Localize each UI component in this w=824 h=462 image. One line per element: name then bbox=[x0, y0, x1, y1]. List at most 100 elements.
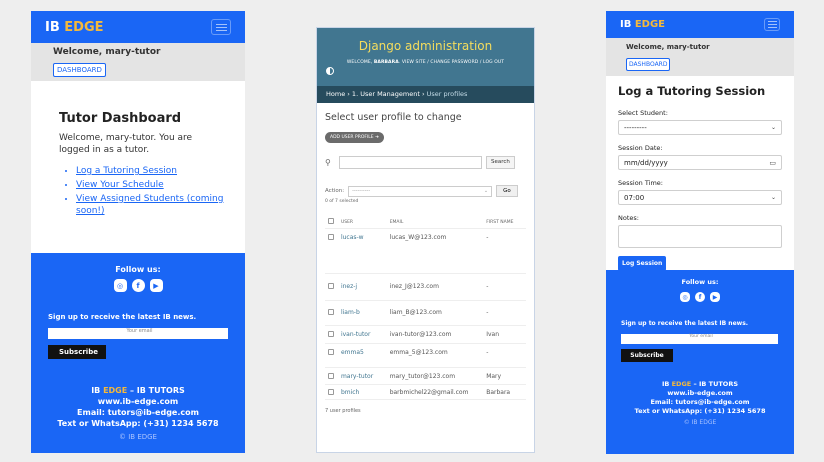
column-email[interactable]: EMAIL bbox=[390, 220, 487, 225]
calendar-icon[interactable]: ▭ bbox=[769, 159, 776, 167]
youtube-icon[interactable]: ▶ bbox=[710, 292, 720, 302]
welcome-bar: Welcome, mary-tutor DASHBOARD bbox=[31, 43, 245, 81]
column-first-name[interactable]: FIRST NAME bbox=[486, 220, 526, 225]
view-schedule-link[interactable]: View Your Schedule bbox=[76, 180, 164, 190]
user-tools-links[interactable]: . VIEW SITE / CHANGE PASSWORD / LOG OUT bbox=[399, 60, 504, 65]
page-title: Select user profile to change bbox=[325, 112, 462, 123]
user-link[interactable]: ivan-tutor bbox=[341, 331, 390, 343]
contact-email[interactable]: Email: tutors@ib-edge.com bbox=[31, 407, 245, 418]
date-label: Session Date: bbox=[618, 144, 663, 152]
list-item: View Assigned Students (coming soon!) bbox=[76, 193, 225, 217]
row-checkbox[interactable] bbox=[328, 389, 334, 395]
user-tools: WELCOME, BARBARA. VIEW SITE / CHANGE PAS… bbox=[346, 60, 505, 65]
user-link[interactable]: lucas-w bbox=[341, 234, 390, 273]
welcome-text: Welcome, mary-tutor bbox=[626, 43, 710, 51]
facebook-icon[interactable]: f bbox=[695, 292, 705, 302]
contact-email[interactable]: Email: tutors@ib-edge.com bbox=[606, 398, 794, 407]
user-link[interactable]: emma5 bbox=[341, 349, 390, 367]
table-row: mary-tutor mary_tutor@123.com Mary bbox=[325, 368, 526, 385]
row-checkbox[interactable] bbox=[328, 331, 334, 337]
table-row: lucas-w lucas_W@123.com - bbox=[325, 229, 526, 274]
hamburger-menu-icon[interactable] bbox=[211, 19, 231, 35]
admin-header: Django administration WELCOME, BARBARA. … bbox=[317, 28, 534, 86]
row-checkbox[interactable] bbox=[328, 283, 334, 289]
row-checkbox[interactable] bbox=[328, 349, 334, 355]
log-session-button[interactable]: Log Session bbox=[618, 256, 667, 271]
user-link[interactable]: liam-b bbox=[341, 309, 390, 325]
breadcrumb: Home › 1. User Management › User profile… bbox=[317, 86, 534, 103]
table-row: liam-b liam_B@123.com - bbox=[325, 301, 526, 326]
intro-text: Welcome, mary-tutor. You are logged in a… bbox=[59, 133, 193, 155]
go-button[interactable]: Go bbox=[496, 185, 518, 197]
subscribe-button[interactable]: Subscribe bbox=[621, 349, 673, 362]
changelist-content: Select user profile to change ADD USER P… bbox=[317, 103, 534, 414]
site-footer: Follow us: ◎ f ▶ Sign up to receive the … bbox=[31, 253, 245, 453]
session-form: Log a Tutoring Session Select Student: -… bbox=[606, 76, 794, 271]
actions-bar: Action: ---------- ⌄ Go bbox=[325, 185, 526, 197]
search-bar: ⚲ Search bbox=[325, 156, 526, 169]
selected-count: 0 of 7 selected bbox=[325, 199, 359, 204]
chevron-down-icon: ⌄ bbox=[770, 194, 776, 201]
hamburger-menu-icon[interactable] bbox=[764, 18, 780, 31]
table-row: bmich barbmichel22@gmail.com Barbara bbox=[325, 385, 526, 400]
log-session-link[interactable]: Log a Tutoring Session bbox=[76, 166, 177, 176]
instagram-icon[interactable]: ◎ bbox=[680, 292, 690, 302]
result-count: 7 user profiles bbox=[325, 408, 361, 414]
contact-website[interactable]: www.ib-edge.com bbox=[606, 389, 794, 398]
results-table: USER EMAIL FIRST NAME lucas-w lucas_W@12… bbox=[325, 216, 526, 400]
site-title[interactable]: Django administration bbox=[317, 39, 534, 53]
user-link[interactable]: bmich bbox=[341, 389, 390, 399]
action-label: Action: bbox=[325, 188, 345, 194]
theme-toggle-icon[interactable] bbox=[326, 67, 334, 75]
dashboard-content: Tutor Dashboard Welcome, mary-tutor. You… bbox=[31, 81, 245, 253]
welcome-text: Welcome, mary-tutor bbox=[53, 47, 161, 57]
view-students-link[interactable]: View Assigned Students (coming soon!) bbox=[76, 194, 223, 216]
session-time-select[interactable]: 07:00 ⌄ bbox=[618, 190, 782, 205]
newsletter-label: Sign up to receive the latest IB news. bbox=[48, 313, 197, 321]
table-row: emma5 emma_5@123.com - bbox=[325, 344, 526, 368]
action-select[interactable]: ---------- ⌄ bbox=[348, 185, 493, 197]
social-links: ◎ f ▶ bbox=[31, 279, 245, 292]
time-label: Session Time: bbox=[618, 179, 663, 187]
list-item: View Your Schedule bbox=[76, 179, 225, 191]
subscribe-button[interactable]: Subscribe bbox=[48, 345, 106, 359]
newsletter-email-input[interactable]: Your email bbox=[48, 328, 228, 339]
session-date-input[interactable]: mm/dd/yyyy ▭ bbox=[618, 155, 782, 170]
brand-logo[interactable]: IB EDGE bbox=[45, 20, 104, 35]
youtube-icon[interactable]: ▶ bbox=[149, 279, 163, 292]
search-button[interactable]: Search bbox=[486, 156, 515, 169]
contact-heading: IB EDGE – IB TUTORS bbox=[91, 386, 185, 395]
social-links: ◎ f ▶ bbox=[606, 292, 794, 302]
row-checkbox[interactable] bbox=[328, 234, 334, 240]
facebook-icon[interactable]: f bbox=[131, 279, 145, 292]
row-checkbox[interactable] bbox=[328, 309, 334, 315]
dashboard-button[interactable]: DASHBOARD bbox=[626, 58, 671, 71]
page-title: Tutor Dashboard bbox=[59, 111, 182, 126]
row-checkbox[interactable] bbox=[328, 373, 334, 379]
contact-block: IB EDGE – IB TUTORS www.ib-edge.com Emai… bbox=[31, 385, 245, 429]
add-user-profile-button[interactable]: ADD USER PROFILE ➔ bbox=[325, 132, 384, 143]
list-item: Log a Tutoring Session bbox=[76, 165, 225, 177]
newsletter-email-input[interactable]: Your email bbox=[621, 334, 778, 344]
user-link[interactable]: inez-j bbox=[341, 283, 390, 300]
student-select[interactable]: --------- ⌄ bbox=[618, 120, 782, 135]
dashboard-button[interactable]: DASHBOARD bbox=[53, 63, 106, 77]
contact-website[interactable]: www.ib-edge.com bbox=[31, 396, 245, 407]
page-title: Log a Tutoring Session bbox=[618, 84, 766, 98]
chevron-down-icon: ⌄ bbox=[770, 124, 776, 131]
select-all-checkbox[interactable] bbox=[328, 218, 334, 224]
copyright: © IB EDGE bbox=[683, 419, 717, 426]
follow-us-label: Follow us: bbox=[681, 278, 719, 286]
column-user[interactable]: USER bbox=[341, 220, 390, 225]
contact-phone: Text or WhatsApp: (+31) 1234 5678 bbox=[634, 407, 766, 415]
chevron-down-icon: ⌄ bbox=[483, 188, 489, 194]
notes-textarea[interactable] bbox=[618, 225, 782, 248]
user-link[interactable]: mary-tutor bbox=[341, 373, 390, 384]
top-navbar: IB EDGE bbox=[606, 11, 794, 38]
table-row: inez-j inez_J@123.com - bbox=[325, 274, 526, 301]
instagram-icon[interactable]: ◎ bbox=[113, 279, 127, 292]
contact-heading: IB EDGE – IB TUTORS bbox=[661, 380, 739, 388]
search-input[interactable] bbox=[339, 156, 482, 169]
copyright: © IB EDGE bbox=[119, 433, 157, 441]
brand-logo[interactable]: IB EDGE bbox=[620, 19, 665, 30]
